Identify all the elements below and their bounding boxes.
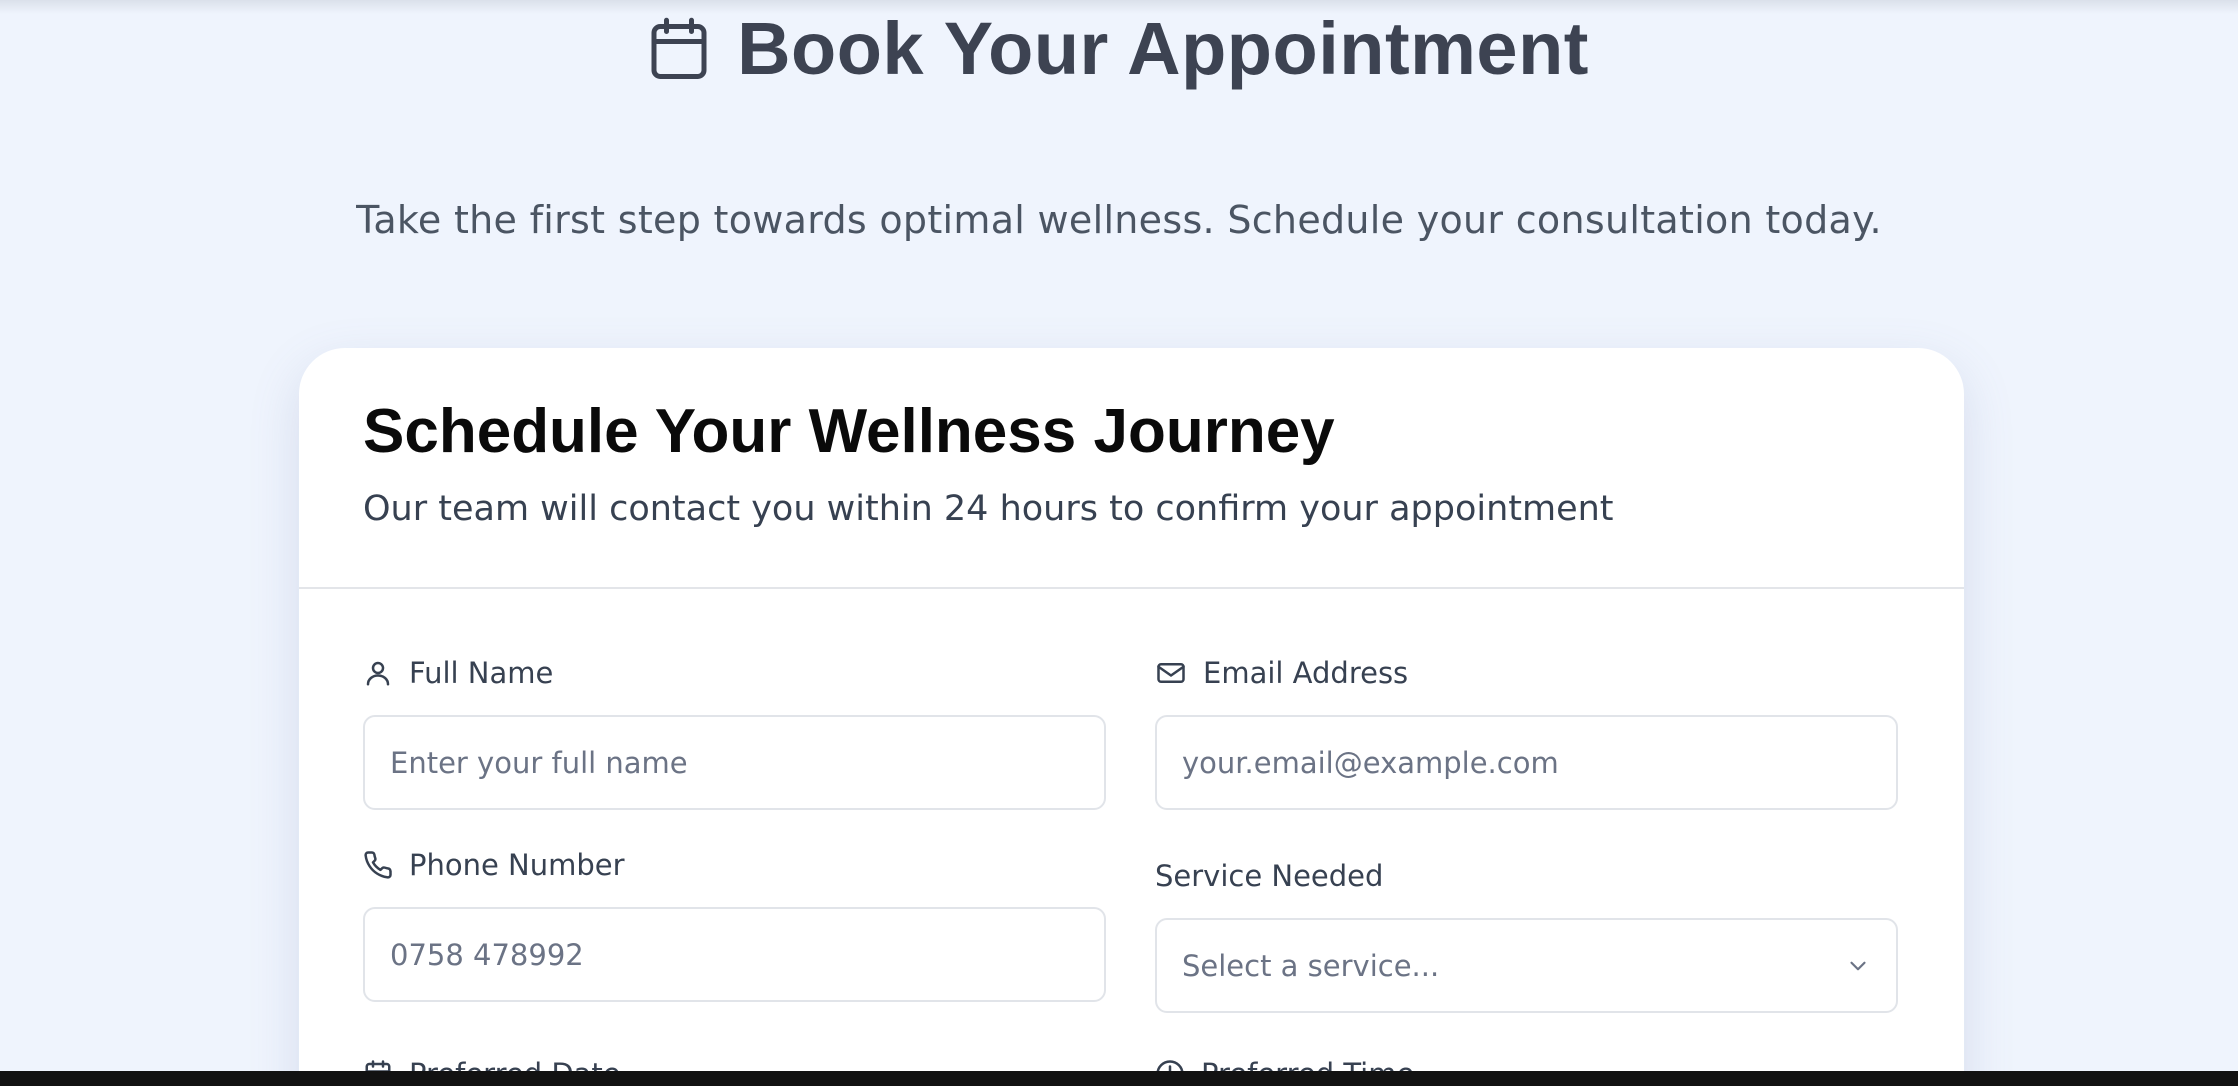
- phone-placeholder: 0758 478992: [390, 937, 584, 972]
- page-header: Book Your Appointment: [0, 6, 2238, 91]
- service-select[interactable]: Select a service...: [1155, 918, 1898, 1013]
- card-subtitle: Our team will contact you within 24 hour…: [363, 489, 1614, 529]
- service-field: Service Needed Select a service...: [1155, 856, 1898, 1013]
- card-header: Schedule Your Wellness Journey Our team …: [299, 348, 1964, 589]
- page-title: Book Your Appointment: [737, 7, 1589, 90]
- bottom-bar: [0, 1071, 2238, 1086]
- booking-card: Schedule Your Wellness Journey Our team …: [299, 348, 1964, 1086]
- email-field: Email Address your.email@example.com: [1155, 653, 1898, 810]
- page-subtitle: Take the first step towards optimal well…: [356, 198, 1882, 242]
- service-selected-value: Select a service...: [1182, 948, 1440, 983]
- user-icon: [366, 661, 390, 686]
- phone-label-row: Phone Number: [363, 845, 1106, 885]
- email-placeholder: your.email@example.com: [1182, 745, 1559, 780]
- service-label: Service Needed: [1155, 859, 1384, 893]
- phone-field: Phone Number 0758 478992: [363, 845, 1106, 1002]
- full-name-label: Full Name: [409, 656, 554, 690]
- phone-label: Phone Number: [409, 848, 625, 882]
- phone-icon: [364, 851, 392, 879]
- full-name-placeholder: Enter your full name: [390, 745, 688, 780]
- mail-icon: [1157, 663, 1185, 683]
- phone-input[interactable]: 0758 478992: [363, 907, 1106, 1002]
- service-label-row: Service Needed: [1155, 856, 1898, 896]
- chevron-down-icon: [1850, 961, 1866, 970]
- email-label: Email Address: [1203, 656, 1409, 690]
- full-name-input[interactable]: Enter your full name: [363, 715, 1106, 810]
- card-title: Schedule Your Wellness Journey: [363, 397, 1335, 466]
- full-name-label-row: Full Name: [363, 653, 1106, 693]
- email-input[interactable]: your.email@example.com: [1155, 715, 1898, 810]
- calendar-icon: [649, 16, 709, 82]
- email-label-row: Email Address: [1155, 653, 1898, 693]
- full-name-field: Full Name Enter your full name: [363, 653, 1106, 810]
